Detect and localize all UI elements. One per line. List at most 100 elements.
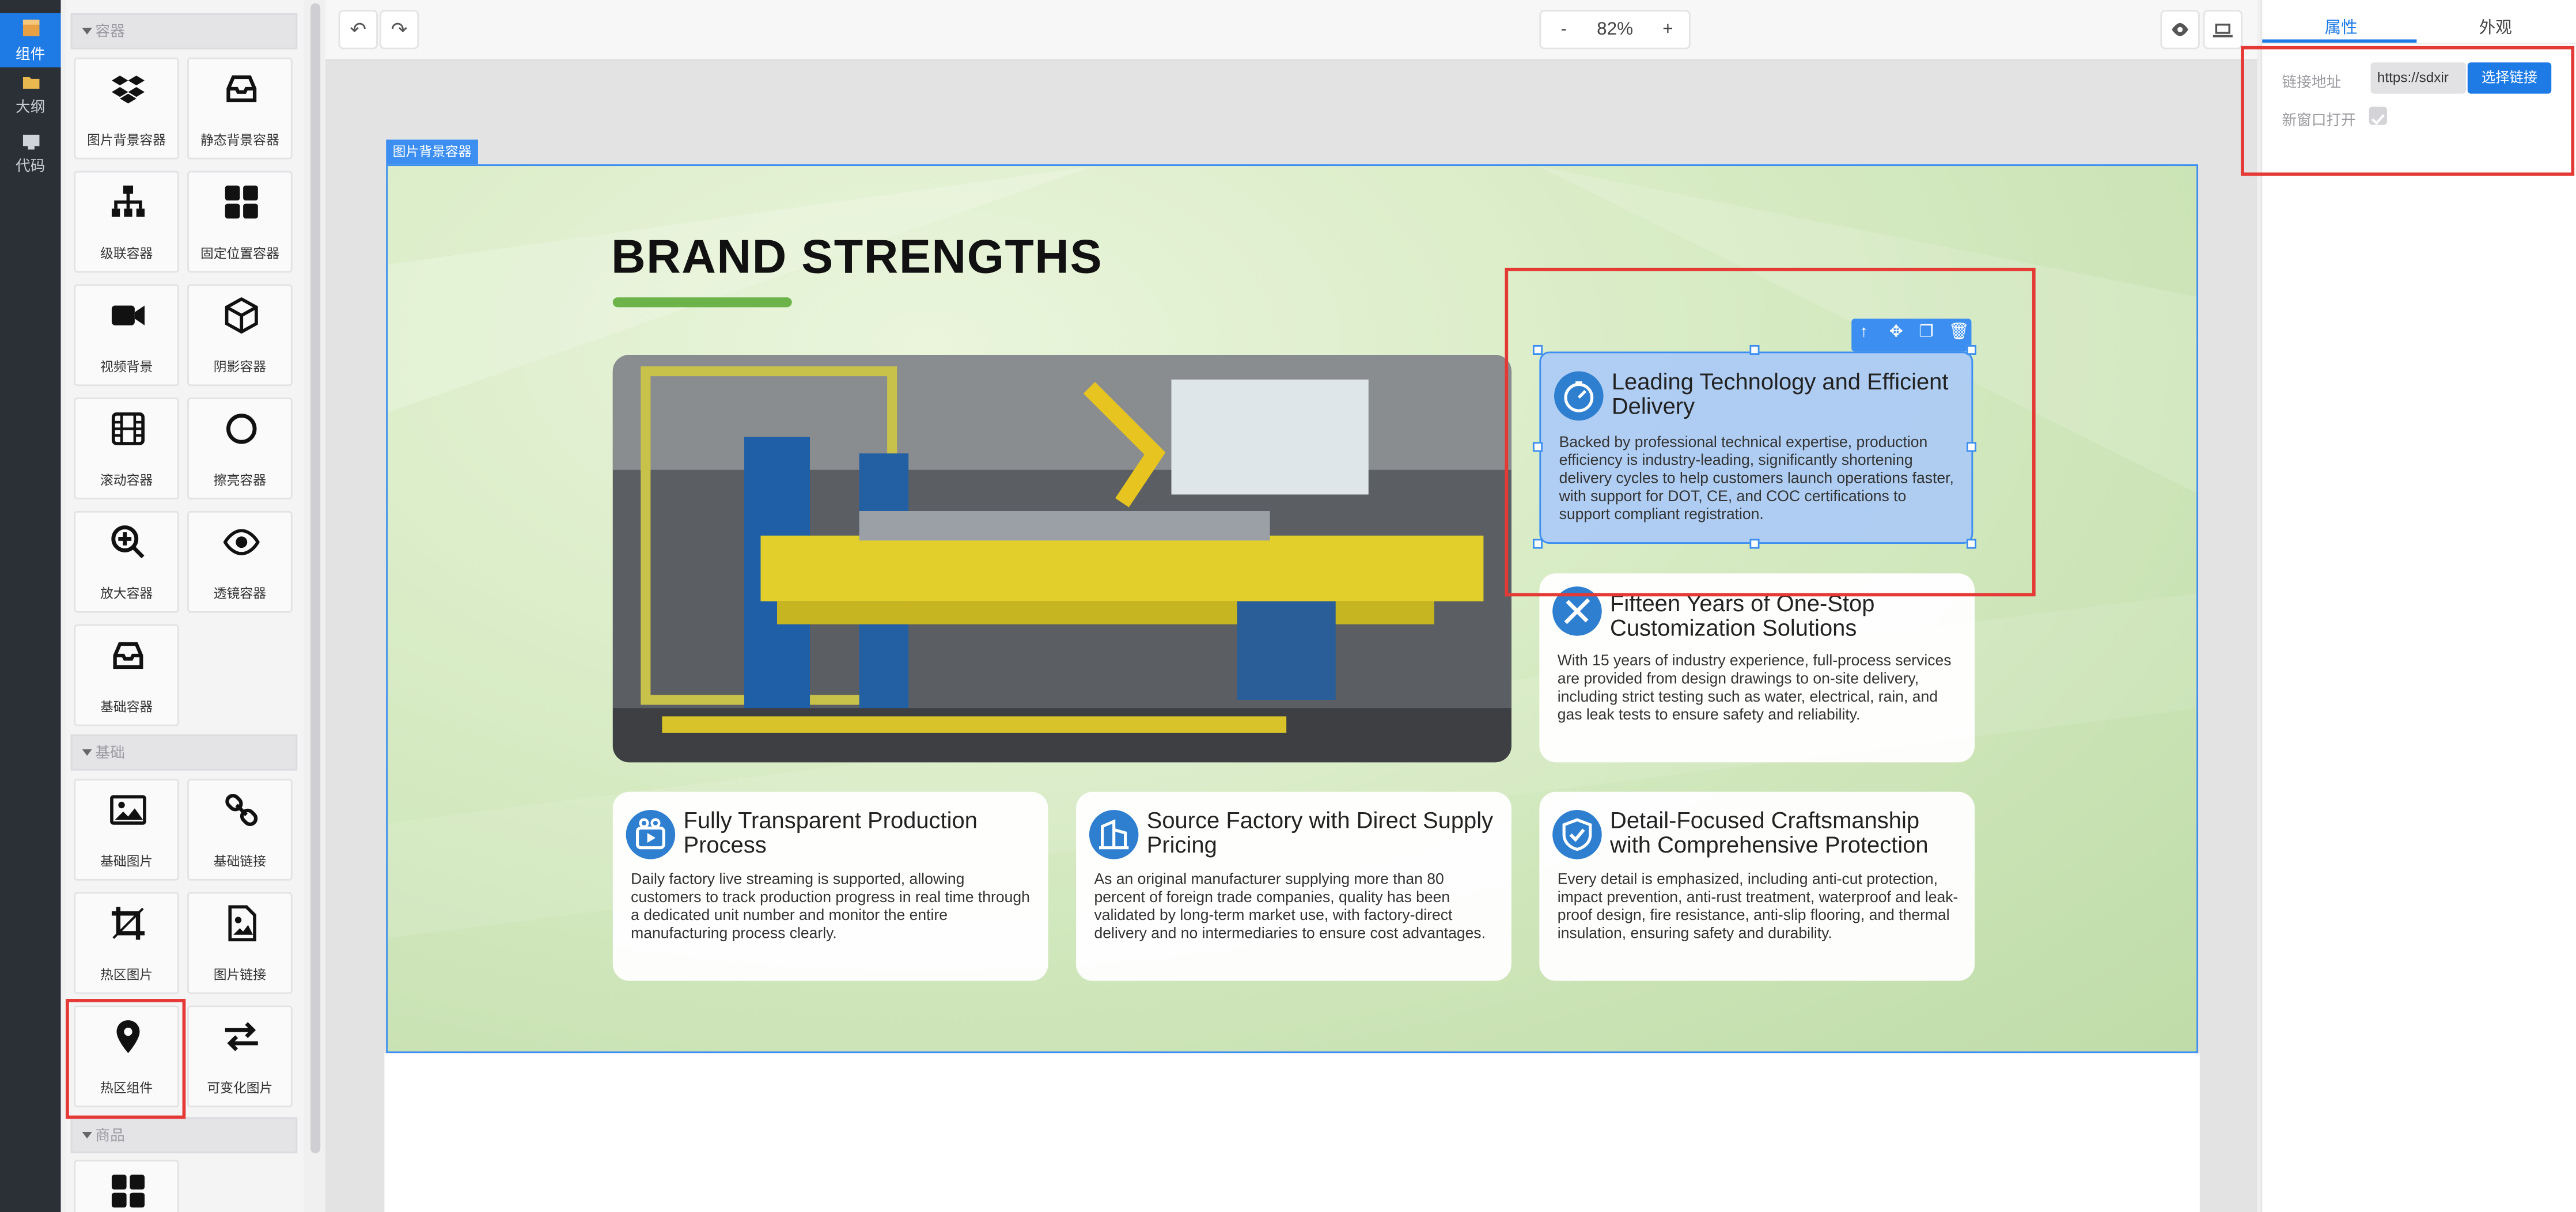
card-fifteen-years[interactable]: Fifteen Years of One-Stop Customization … — [1539, 573, 1975, 763]
file-image-icon — [228, 905, 256, 942]
zoom-in-icon — [111, 525, 145, 559]
tile-hotspot-image[interactable]: 热区图片 — [74, 892, 179, 994]
section-title: 基础 — [95, 744, 125, 761]
tile-static-bg-container[interactable]: 静态背景容器 — [187, 57, 293, 160]
rail-item-outline[interactable]: 大纲 — [0, 72, 61, 128]
title-underline — [612, 297, 792, 308]
section-header-containers[interactable]: 容器 — [70, 13, 298, 50]
caret-down-icon — [82, 1132, 92, 1139]
card-description: As an original manufacturer supplying mo… — [1094, 870, 1486, 942]
monitor-icon — [22, 134, 39, 150]
tile-basic-container[interactable]: 基础容器 — [74, 624, 179, 726]
inbox-icon — [226, 75, 257, 103]
zoom-value: 82% — [1597, 20, 1634, 40]
card-title: Detail-Focused Craftsmanship with Compre… — [1609, 806, 1929, 857]
tile-label: 可变化图片 — [207, 1081, 273, 1096]
card-title: Fully Transparent Production Process — [683, 806, 978, 857]
cube-icon — [22, 20, 39, 36]
eye-icon — [2172, 22, 2188, 36]
section-title: 商品 — [95, 1127, 125, 1144]
folder-icon — [22, 77, 39, 89]
new-window-label: 新窗口打开 — [2282, 111, 2356, 128]
zoom-out-button[interactable]: - — [1560, 20, 1566, 39]
panel-scrollbar[interactable] — [310, 3, 321, 1154]
card-detail-craftsmanship[interactable]: Detail-Focused Craftsmanship with Compre… — [1539, 791, 1975, 981]
circle-icon — [226, 414, 257, 444]
rail-label: 大纲 — [16, 99, 46, 115]
link-address-input[interactable]: https://sdxir — [2370, 62, 2466, 94]
tile-basic-link[interactable]: 基础链接 — [187, 778, 293, 881]
tile-label: 固定位置容器 — [200, 246, 279, 262]
card-source-factory[interactable]: Source Factory with Direct Supply Pricin… — [1076, 791, 1511, 981]
card-transparent-production[interactable]: Fully Transparent Production Process Dai… — [612, 791, 1048, 981]
link-address-label: 链接地址 — [2282, 74, 2342, 90]
tile-fixed-position-container[interactable]: 固定位置容器 — [187, 171, 293, 273]
zoom-in-button[interactable]: + — [1662, 20, 1673, 39]
tile-product-grid[interactable] — [74, 1160, 179, 1212]
tile-label: 图片链接 — [213, 967, 267, 983]
tile-image-link[interactable]: 图片链接 — [187, 892, 293, 994]
rail-label: 组件 — [16, 46, 46, 63]
caret-down-icon — [82, 749, 92, 756]
tab-divider — [2262, 43, 2576, 45]
canvas-page — [384, 1053, 2200, 1212]
rail-item-code[interactable]: 代码 — [0, 131, 61, 187]
zoom-control: - 82% + — [1539, 10, 1691, 50]
rail-item-components[interactable]: 组件 — [0, 13, 61, 67]
undo-button[interactable]: ↶ — [338, 10, 378, 50]
container-tag[interactable]: 图片背景容器 — [386, 139, 478, 165]
film-icon — [111, 412, 145, 445]
swap-icon — [225, 1022, 258, 1051]
preview-button[interactable] — [2160, 10, 2200, 50]
tile-label: 基础容器 — [100, 699, 153, 715]
choose-link-button[interactable]: 选择链接 — [2467, 62, 2552, 94]
properties-panel: 属性 外观 链接地址 https://sdxir 选择链接 新窗口打开 — [2241, 0, 2576, 1212]
tile-label: 擦亮容器 — [213, 473, 267, 488]
tile-label: 图片背景容器 — [87, 133, 166, 148]
redo-button[interactable]: ↷ — [379, 10, 419, 50]
grid-icon — [111, 1175, 145, 1208]
shield-check-icon — [1552, 810, 1602, 859]
app-root: 组件 大纲 代码 容器 图片背景容器 静态背景容器 级联容器 固定位置容器 视频… — [0, 0, 2576, 1212]
tile-shadow-container[interactable]: 阴影容器 — [187, 284, 293, 387]
tile-polish-container[interactable]: 擦亮容器 — [187, 397, 293, 500]
inbox-icon — [113, 642, 143, 669]
laptop-icon — [2213, 24, 2233, 37]
box-icon — [225, 297, 258, 334]
caret-down-icon — [82, 28, 92, 35]
tile-zoom-container[interactable]: 放大容器 — [74, 510, 179, 613]
link-icon — [225, 794, 258, 827]
tile-label: 热区图片 — [100, 967, 153, 983]
tab-properties[interactable]: 属性 — [2325, 13, 2358, 37]
highlight-box — [66, 999, 186, 1119]
tile-label: 级联容器 — [100, 246, 153, 262]
card-description: Every detail is emphasized, including an… — [1557, 870, 1958, 942]
device-toggle-button[interactable] — [2203, 10, 2243, 50]
tile-variable-image[interactable]: 可变化图片 — [187, 1005, 293, 1108]
editor-toolbar: ↶ ↷ - 82% + — [325, 0, 2257, 61]
sitemap-icon — [111, 185, 145, 217]
dropbox-icon — [111, 75, 145, 104]
building-icon — [1089, 810, 1139, 859]
grid-icon — [225, 185, 258, 219]
section-header-basic[interactable]: 基础 — [70, 734, 298, 771]
new-window-checkbox[interactable] — [2369, 107, 2388, 126]
crop-icon — [111, 907, 145, 940]
eye-icon — [223, 529, 260, 555]
tile-video-background[interactable]: 视频背景 — [74, 284, 179, 387]
tile-label: 透镜容器 — [213, 586, 267, 601]
tab-appearance[interactable]: 外观 — [2479, 13, 2512, 37]
tile-scroll-container[interactable]: 滚动容器 — [74, 397, 179, 500]
tile-label: 放大容器 — [100, 586, 153, 601]
tile-label: 基础链接 — [213, 854, 267, 869]
section-header-products[interactable]: 商品 — [70, 1117, 298, 1154]
section-title: 容器 — [95, 22, 125, 40]
factory-machinery-image — [612, 355, 1511, 763]
tile-basic-image[interactable]: 基础图片 — [74, 778, 179, 881]
tile-lens-container[interactable]: 透镜容器 — [187, 510, 293, 613]
tile-cascade-container[interactable]: 级联容器 — [74, 171, 179, 273]
tile-label: 基础图片 — [100, 854, 153, 869]
tile-image-bg-container[interactable]: 图片背景容器 — [74, 57, 179, 160]
tile-label: 阴影容器 — [213, 359, 267, 375]
left-rail: 组件 大纲 代码 — [0, 0, 61, 1212]
